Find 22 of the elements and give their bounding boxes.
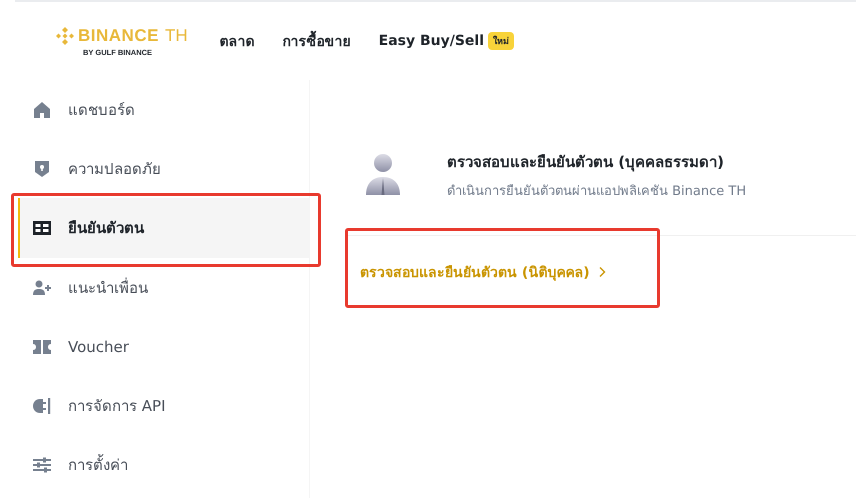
sliders-icon [32, 454, 52, 474]
sidebar-item[interactable]: ยืนยันตัวตน [18, 198, 309, 258]
add-user-icon [32, 278, 52, 298]
nav-link[interactable]: การซื้อขาย [282, 30, 351, 52]
verification-subtitle: ดำเนินการยืนยันตัวตนผ่านแอปพลิเคชัน Binance TH [447, 182, 746, 200]
person-avatar-icon [365, 153, 401, 197]
sidebar-item[interactable]: แดชบอร์ด [18, 80, 309, 139]
chevron-right-icon [596, 266, 607, 278]
shield-icon [32, 158, 52, 178]
sidebar-item[interactable]: แนะนำเพื่อน [18, 258, 309, 317]
nav-link[interactable]: ตลาด [220, 30, 255, 52]
plug-icon [32, 396, 52, 416]
sidebar-item[interactable]: Voucher [18, 317, 309, 376]
sidebar-item[interactable]: การตั้งค่า [18, 435, 309, 494]
verification-title: ตรวจสอบและยืนยันตัวตน (บุคคลธรรมดา) [447, 152, 725, 174]
new-badge: ใหม่ [488, 32, 514, 50]
id-card-icon [32, 218, 52, 238]
sidebar-item[interactable]: การจัดการ API [18, 376, 309, 435]
home-icon [32, 100, 52, 120]
nav-link[interactable]: Easy Buy/Sell [378, 33, 484, 49]
sidebar-item[interactable]: ความปลอดภัย [18, 139, 309, 198]
diamond-logo-icon [55, 26, 75, 46]
